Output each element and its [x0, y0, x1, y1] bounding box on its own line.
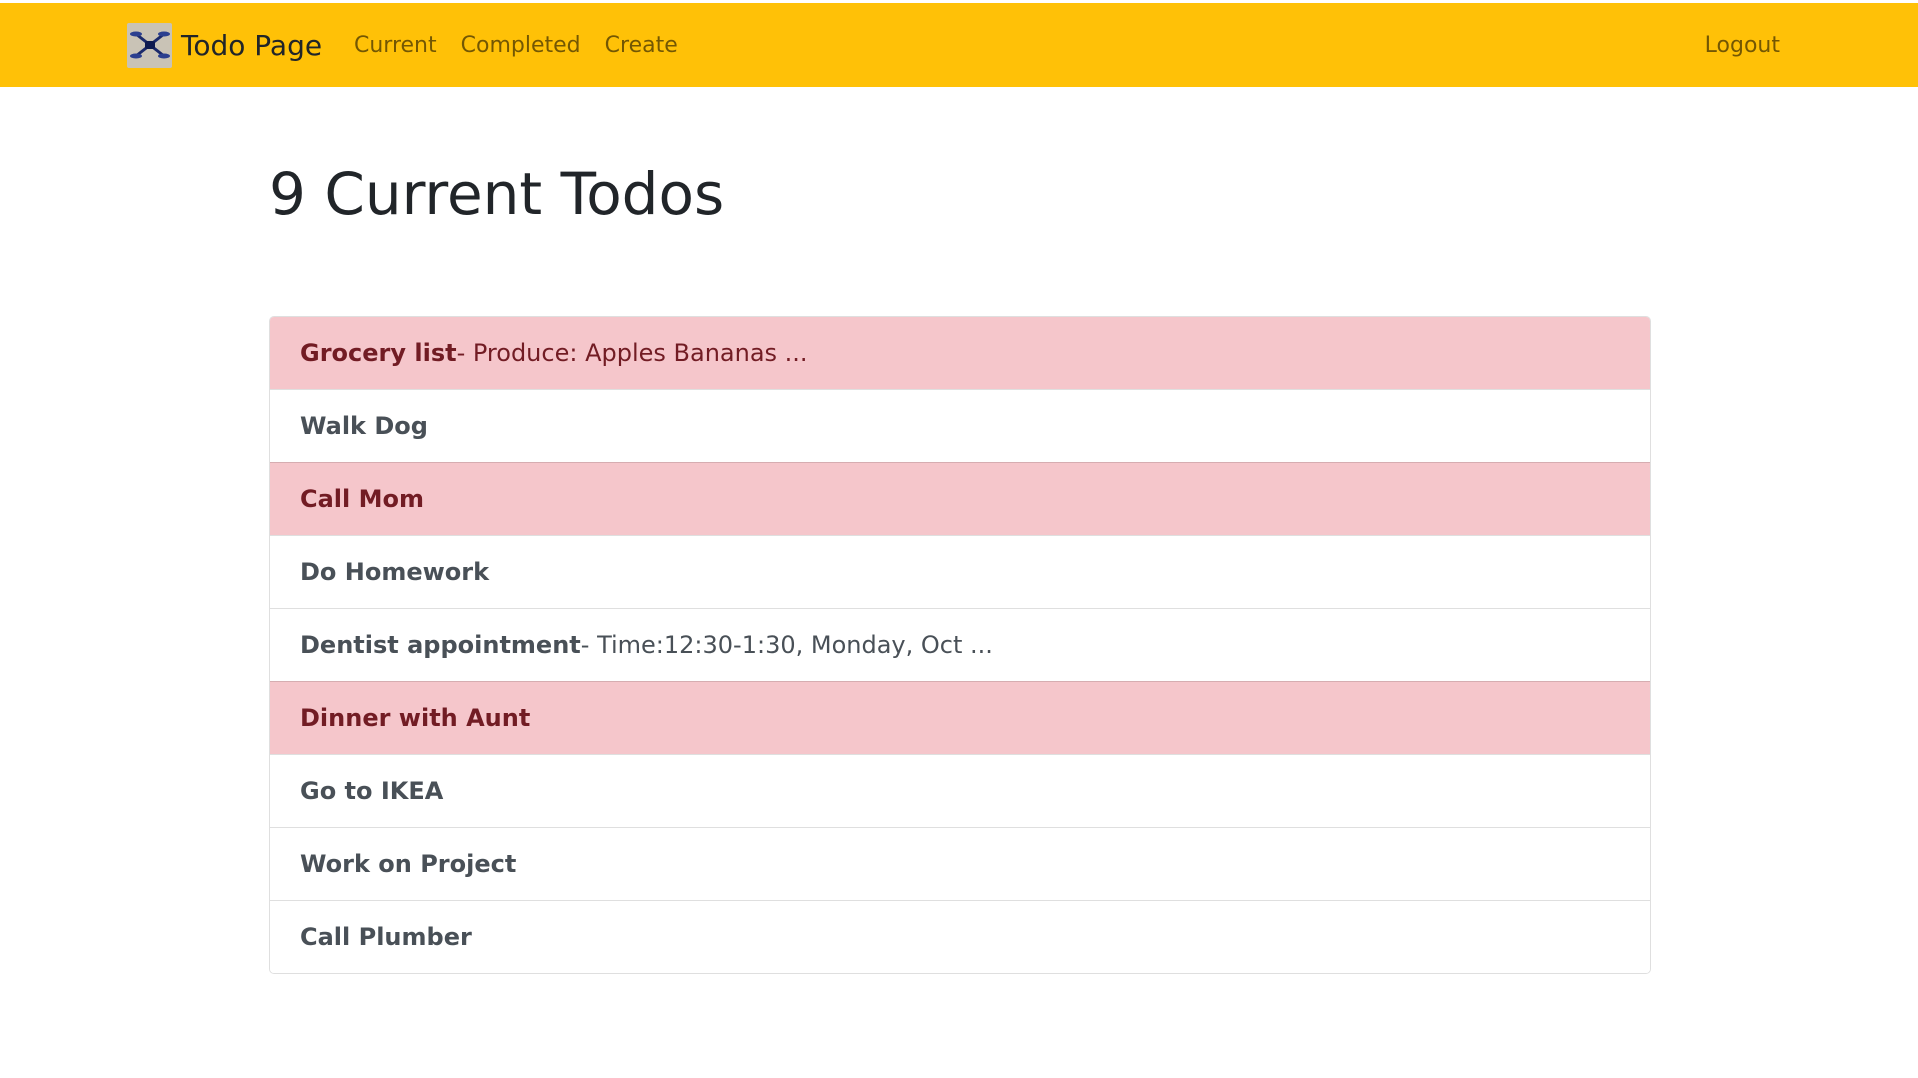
logout-link[interactable]: Logout — [1705, 33, 1780, 58]
todo-title: Dentist appointment — [300, 631, 581, 659]
page-title: 9 Current Todos — [269, 160, 725, 228]
todo-description: - Produce: Apples Bananas ... — [456, 339, 808, 367]
todo-title: Dinner with Aunt — [300, 704, 531, 732]
todo-item[interactable]: Do Homework — [270, 535, 1650, 608]
nav-link-current[interactable]: Current — [354, 33, 437, 58]
todo-item[interactable]: Dinner with Aunt — [270, 681, 1650, 754]
brand-title: Todo Page — [181, 28, 323, 62]
todo-item[interactable]: Work on Project — [270, 827, 1650, 900]
nav-link-create[interactable]: Create — [605, 33, 678, 58]
todo-title: Call Plumber — [300, 923, 472, 951]
main-content: 9 Current Todos Grocery list - Produce: … — [269, 160, 1651, 974]
nav-links: Current Completed Create — [354, 3, 702, 87]
todo-title: Walk Dog — [300, 412, 428, 440]
todo-title: Call Mom — [300, 485, 424, 513]
todo-item[interactable]: Call Mom — [270, 462, 1650, 535]
nav-link-completed[interactable]: Completed — [461, 33, 581, 58]
todo-item[interactable]: Go to IKEA — [270, 754, 1650, 827]
drone-logo-icon — [127, 22, 172, 68]
brand-link[interactable]: Todo Page — [127, 3, 322, 87]
todo-item[interactable]: Walk Dog — [270, 389, 1650, 462]
todo-title: Go to IKEA — [300, 777, 444, 805]
navbar: Todo Page Current Completed Create Logou… — [0, 3, 1918, 87]
todo-item[interactable]: Grocery list - Produce: Apples Bananas .… — [270, 317, 1650, 389]
todo-title: Work on Project — [300, 850, 517, 878]
todo-list: Grocery list - Produce: Apples Bananas .… — [269, 316, 1651, 974]
todo-title: Do Homework — [300, 558, 490, 586]
todo-title: Grocery list — [300, 339, 457, 367]
nav-right: Logout — [1705, 3, 1780, 87]
todo-description: - Time:12:30-1:30, Monday, Oct ... — [580, 631, 993, 659]
todo-item[interactable]: Call Plumber — [270, 900, 1650, 973]
todo-item[interactable]: Dentist appointment - Time:12:30-1:30, M… — [270, 608, 1650, 681]
